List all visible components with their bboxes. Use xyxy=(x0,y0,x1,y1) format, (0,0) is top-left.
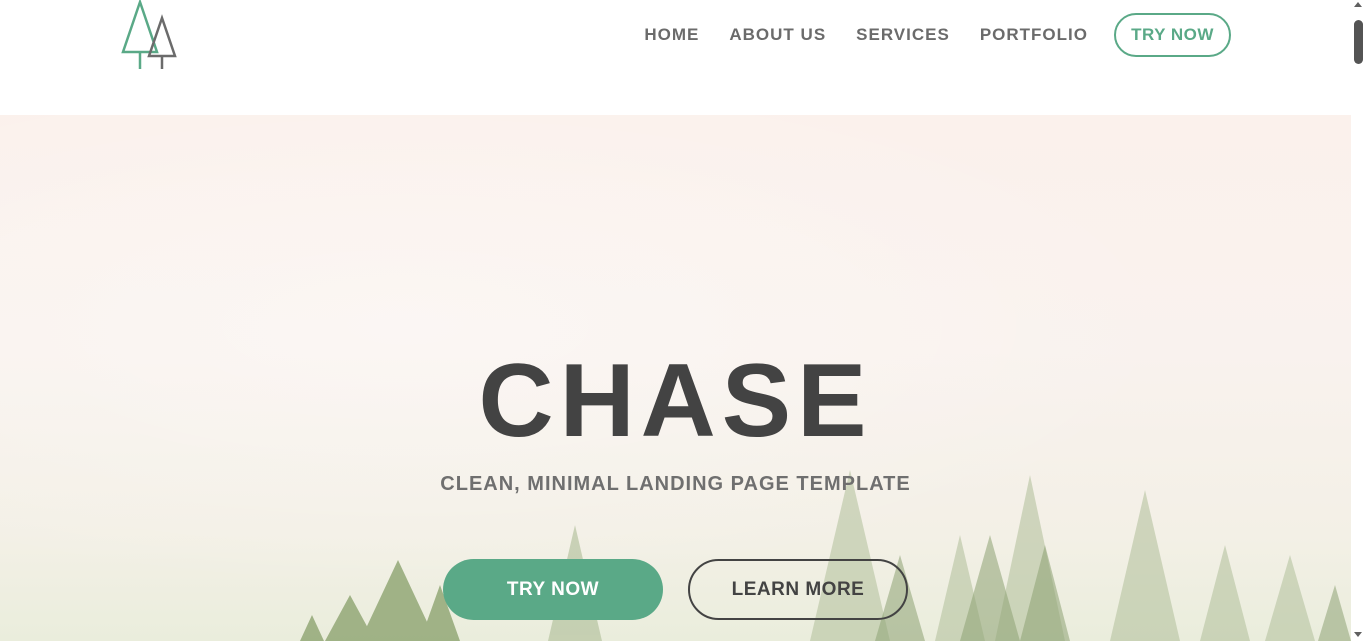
vertical-scrollbar[interactable] xyxy=(1351,0,1366,641)
page: HOME ABOUT US SERVICES PORTFOLIO TRY NOW xyxy=(0,0,1351,641)
nav-link-home[interactable]: HOME xyxy=(644,25,699,45)
scrollbar-thumb[interactable] xyxy=(1354,20,1363,64)
main-nav: HOME ABOUT US SERVICES PORTFOLIO TRY NOW xyxy=(644,13,1231,57)
nav-try-now-button[interactable]: TRY NOW xyxy=(1114,13,1231,57)
nav-link-about-us[interactable]: ABOUT US xyxy=(729,25,826,45)
pine-trees-icon[interactable] xyxy=(120,0,180,70)
learn-more-button[interactable]: LEARN MORE xyxy=(688,559,908,620)
nav-link-services[interactable]: SERVICES xyxy=(856,25,950,45)
scroll-up-arrow-icon[interactable] xyxy=(1354,2,1362,7)
try-now-button[interactable]: TRY NOW xyxy=(443,559,663,620)
site-header: HOME ABOUT US SERVICES PORTFOLIO TRY NOW xyxy=(0,0,1351,115)
nav-link-portfolio[interactable]: PORTFOLIO xyxy=(980,25,1088,45)
hero-section: CHASE CLEAN, MINIMAL LANDING PAGE TEMPLA… xyxy=(0,115,1351,641)
hero-title: CHASE xyxy=(478,343,873,459)
hero-subtitle: CLEAN, MINIMAL LANDING PAGE TEMPLATE xyxy=(440,473,911,495)
scroll-down-arrow-icon[interactable] xyxy=(1354,632,1362,637)
